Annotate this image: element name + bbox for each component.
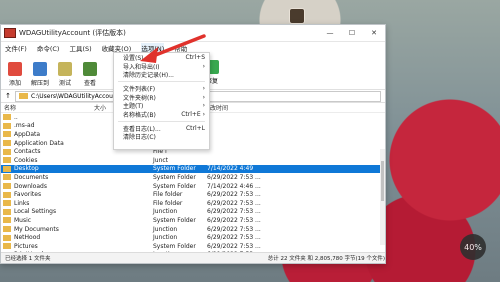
red-arrow-annotation — [140, 34, 206, 63]
progress-badge: 40% — [460, 234, 486, 260]
